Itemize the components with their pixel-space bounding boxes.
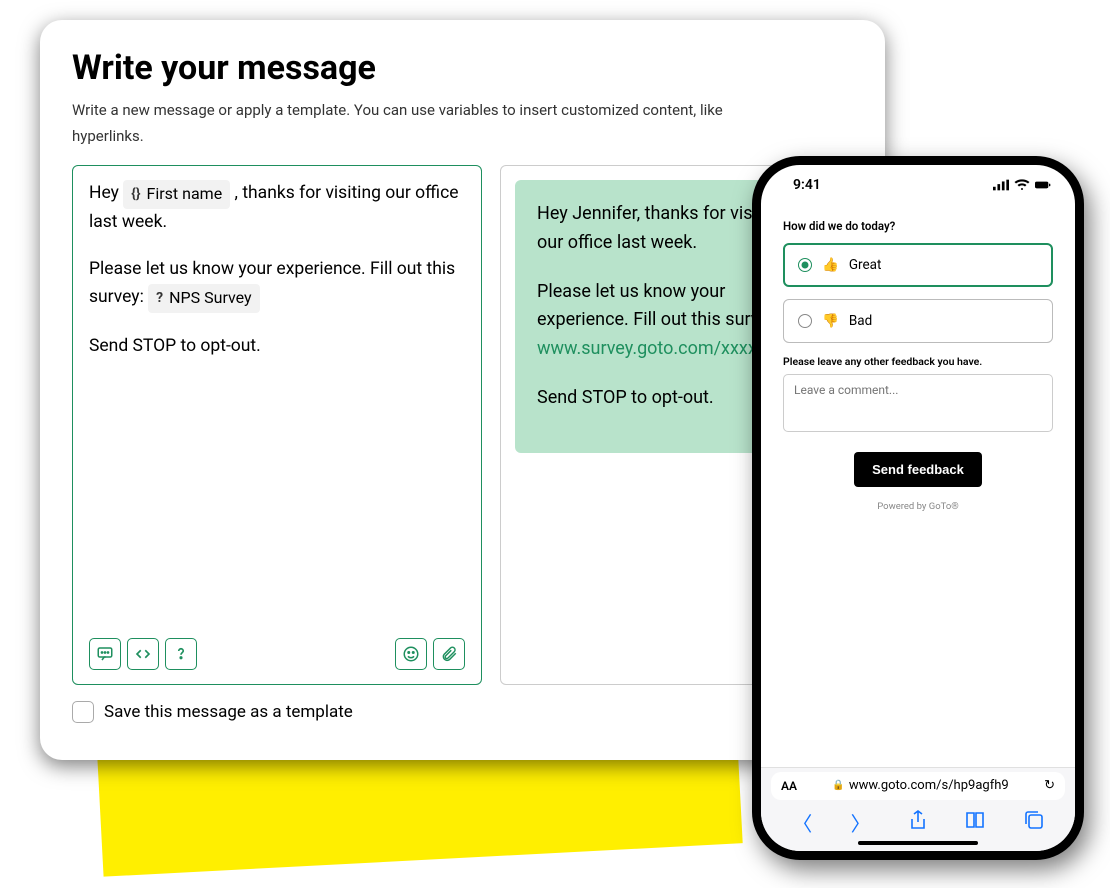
- question-icon: ?: [156, 288, 163, 310]
- editor-text: Hey: [89, 183, 123, 203]
- chip-label: NPS Survey: [169, 286, 251, 311]
- insert-variable-button[interactable]: [127, 638, 159, 670]
- share-icon[interactable]: [909, 810, 927, 835]
- safari-bottom-bar: AA 🔒 www.goto.com/s/hp9agfh9 ↻ 〈 〉: [761, 767, 1075, 851]
- braces-icon: {}: [131, 184, 140, 206]
- emoji-button[interactable]: [395, 638, 427, 670]
- insert-survey-button[interactable]: [165, 638, 197, 670]
- chip-label: First name: [147, 182, 223, 207]
- smiley-icon: [402, 645, 420, 663]
- variable-chip-firstname[interactable]: {} First name: [123, 180, 230, 209]
- status-bar: 9:41: [761, 165, 1075, 205]
- option-great[interactable]: 👍 Great: [783, 243, 1053, 287]
- status-time: 9:41: [793, 177, 821, 193]
- reload-icon[interactable]: ↻: [1044, 778, 1055, 793]
- attach-button[interactable]: [433, 638, 465, 670]
- bookmarks-icon[interactable]: [965, 810, 985, 834]
- chat-bubble-icon: [96, 645, 114, 663]
- radio-icon: [798, 314, 812, 328]
- save-template-checkbox[interactable]: [72, 701, 94, 723]
- message-editor[interactable]: Hey {} First name , thanks for visiting …: [72, 165, 482, 685]
- card-subtitle: Write a new message or apply a template.…: [72, 98, 792, 149]
- editor-toolbar: [89, 638, 465, 670]
- option-bad[interactable]: 👎 Bad: [783, 299, 1053, 343]
- forward-icon[interactable]: 〉: [851, 808, 871, 837]
- thumbs-down-icon: 👎: [822, 313, 839, 329]
- code-icon: [134, 645, 152, 663]
- cellular-icon: [993, 179, 1009, 191]
- url-value: www.goto.com/s/hp9agfh9: [849, 778, 1009, 793]
- editor-text: Send STOP to opt-out.: [89, 333, 465, 360]
- save-template-label: Save this message as a template: [104, 702, 353, 722]
- text-size-icon[interactable]: AA: [781, 779, 797, 793]
- radio-icon: [798, 258, 812, 272]
- option-label: Great: [849, 257, 882, 273]
- tabs-icon[interactable]: [1024, 810, 1044, 835]
- thumbs-up-icon: 👍: [822, 257, 839, 273]
- phone-mockup: 9:41 How did we do today? 👍 Great 👎 Bad …: [752, 156, 1084, 860]
- preview-text: Please let us know your experience. Fill…: [537, 281, 782, 331]
- powered-by-label: Powered by GoTo®: [783, 501, 1053, 512]
- url-text: 🔒 www.goto.com/s/hp9agfh9: [805, 778, 1036, 793]
- paperclip-icon: [440, 645, 458, 663]
- survey-link[interactable]: www.survey.goto.com/xxxxx: [537, 338, 766, 359]
- variable-chip-survey[interactable]: ? NPS Survey: [148, 284, 259, 313]
- question-mark-icon: [172, 645, 190, 663]
- back-icon[interactable]: 〈: [792, 808, 812, 837]
- save-template-row: Save this message as a template: [72, 701, 853, 723]
- survey-screen: How did we do today? 👍 Great 👎 Bad Pleas…: [761, 205, 1075, 767]
- editor-body[interactable]: Hey {} First name , thanks for visiting …: [89, 180, 465, 638]
- insert-message-button[interactable]: [89, 638, 121, 670]
- send-feedback-button[interactable]: Send feedback: [854, 452, 982, 487]
- comment-input[interactable]: [783, 374, 1053, 432]
- wifi-icon: [1014, 179, 1030, 191]
- card-title: Write your message: [72, 48, 853, 88]
- battery-icon: [1035, 179, 1051, 191]
- url-bar[interactable]: AA 🔒 www.goto.com/s/hp9agfh9 ↻: [771, 772, 1065, 800]
- editor-text: Please let us know your experience. Fill…: [89, 259, 455, 306]
- home-indicator: [858, 841, 978, 845]
- option-label: Bad: [849, 313, 872, 329]
- survey-question: How did we do today?: [783, 219, 1053, 233]
- survey-subquestion: Please leave any other feedback you have…: [783, 355, 1053, 368]
- lock-icon: 🔒: [832, 780, 844, 791]
